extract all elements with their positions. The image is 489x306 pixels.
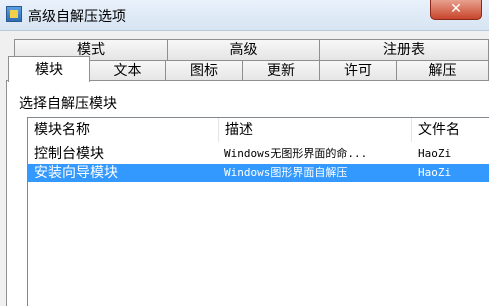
tab-advanced[interactable]: 高级 — [167, 39, 320, 61]
module-name: 安装向导模块 — [34, 165, 118, 181]
title-bar: 高级自解压选项 ✕ — [0, 0, 489, 31]
column-header-description[interactable]: 描述 — [219, 118, 412, 142]
tab-text[interactable]: 文本 — [89, 60, 166, 82]
tab-license[interactable]: 许可 — [319, 60, 397, 82]
module-filename: HaoZi — [418, 147, 452, 160]
module-name: 控制台模块 — [34, 146, 104, 162]
list-item-selected[interactable]: 安装向导模块 Windows图形界面自解压 HaoZi — [28, 164, 489, 182]
module-description: Windows图形界面自解压 — [224, 166, 348, 179]
column-header-filename[interactable]: 文件名 — [412, 118, 489, 142]
column-header-name[interactable]: 模块名称 — [28, 118, 219, 142]
module-description: Windows无图形界面的命... — [224, 147, 368, 160]
module-filename: HaoZi — [418, 166, 452, 179]
tab-extract[interactable]: 解压 — [396, 60, 489, 82]
close-button[interactable]: ✕ — [430, 0, 482, 20]
tab-registry[interactable]: 注册表 — [319, 39, 489, 61]
tab-update[interactable]: 更新 — [242, 60, 320, 82]
module-list[interactable]: 模块名称 描述 文件名 控制台模块 Windows无图形界面的命... HaoZ… — [27, 117, 489, 306]
tab-icon[interactable]: 图标 — [165, 60, 243, 82]
list-item[interactable]: 控制台模块 Windows无图形界面的命... HaoZi — [28, 145, 489, 163]
tab-module[interactable]: 模块 — [8, 56, 90, 82]
window-title: 高级自解压选项 — [28, 9, 126, 25]
section-label: 选择自解压模块 — [19, 96, 117, 112]
app-icon — [6, 6, 22, 22]
